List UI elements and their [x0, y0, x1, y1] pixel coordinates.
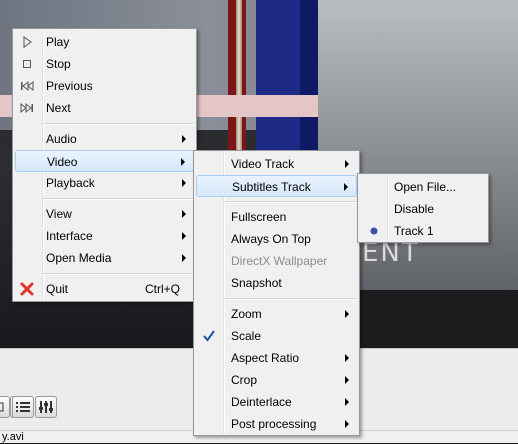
previous-icon: [19, 78, 35, 94]
menu-item-shortcut: Ctrl+Q: [144, 282, 180, 296]
menu-item-view[interactable]: View: [15, 203, 194, 225]
menu-item-video-track[interactable]: Video Track: [196, 153, 357, 175]
menu-item-open-file[interactable]: Open File...: [360, 176, 486, 198]
submenu-arrow-icon: [344, 183, 348, 191]
menu-item-always-on-top[interactable]: Always On Top: [196, 228, 357, 250]
video-submenu: Video Track Subtitles Track Fullscreen A…: [193, 150, 360, 436]
subtitles-submenu: Open File... Disable Track 1: [357, 173, 489, 243]
menu-item-track-1[interactable]: Track 1: [360, 220, 486, 242]
menu-item-zoom[interactable]: Zoom: [196, 303, 357, 325]
submenu-arrow-icon: [345, 354, 349, 362]
menu-item-deinterlace[interactable]: Deinterlace: [196, 391, 357, 413]
submenu-arrow-icon: [182, 232, 186, 240]
menu-item-post-processing[interactable]: Post processing: [196, 413, 357, 435]
menu-separator: [224, 298, 357, 300]
menu-item-disable[interactable]: Disable: [360, 198, 486, 220]
menu-separator: [43, 198, 194, 200]
menu-item-next[interactable]: Next: [15, 97, 194, 119]
menu-item-label: Track 1: [394, 224, 434, 238]
menu-item-label: Audio: [46, 132, 77, 146]
menu-item-audio[interactable]: Audio: [15, 128, 194, 150]
menu-item-aspect-ratio[interactable]: Aspect Ratio: [196, 347, 357, 369]
quit-icon: [19, 281, 35, 297]
menu-item-label: Next: [46, 101, 71, 115]
menu-item-label: Deinterlace: [231, 395, 292, 409]
status-filename: y.avi: [2, 431, 24, 443]
menu-item-playback[interactable]: Playback: [15, 172, 194, 194]
playlist-button[interactable]: [12, 396, 34, 418]
menu-item-interface[interactable]: Interface: [15, 225, 194, 247]
menu-item-label: Video Track: [231, 157, 295, 171]
next-icon: [19, 100, 35, 116]
menu-separator: [43, 123, 194, 125]
menu-item-directx-wallpaper: DirectX Wallpaper: [196, 250, 357, 272]
menu-item-label: DirectX Wallpaper: [231, 254, 328, 268]
menu-item-label: Quit: [46, 282, 69, 296]
submenu-arrow-icon: [182, 179, 186, 187]
submenu-arrow-icon: [181, 158, 185, 166]
menu-item-label: Post processing: [231, 417, 317, 431]
menu-item-subtitles-track[interactable]: Subtitles Track: [196, 175, 357, 197]
menu-item-snapshot[interactable]: Snapshot: [196, 272, 357, 294]
menu-item-label: Play: [46, 35, 70, 49]
menu-item-label: Stop: [46, 57, 71, 71]
menu-item-label: Playback: [46, 176, 95, 190]
extended-settings-button[interactable]: [35, 396, 57, 418]
menu-item-open-media[interactable]: Open Media: [15, 247, 194, 269]
radio-selected-icon: [366, 223, 382, 239]
frame-icon: [0, 402, 4, 412]
menu-item-label: Previous: [46, 79, 93, 93]
menu-item-label: Disable: [394, 202, 435, 216]
submenu-arrow-icon: [182, 210, 186, 218]
menu-item-quit[interactable]: Quit Ctrl+Q: [15, 278, 194, 300]
menu-item-label: Subtitles Track: [232, 180, 311, 194]
menu-item-label: View: [46, 207, 72, 221]
menu-item-label: Open File...: [394, 180, 457, 194]
submenu-arrow-icon: [345, 160, 349, 168]
menu-item-video[interactable]: Video: [15, 150, 194, 172]
play-icon: [19, 34, 35, 50]
menu-item-label: Aspect Ratio: [231, 351, 300, 365]
submenu-arrow-icon: [345, 398, 349, 406]
menu-item-label: Open Media: [46, 251, 112, 265]
menu-separator: [224, 201, 357, 203]
menu-item-previous[interactable]: Previous: [15, 75, 194, 97]
menu-item-label: Crop: [231, 373, 258, 387]
menu-item-label: Always On Top: [231, 232, 311, 246]
submenu-arrow-icon: [345, 376, 349, 384]
context-menu: Play Stop Previous Next Audio Video Play…: [12, 28, 197, 302]
submenu-arrow-icon: [182, 254, 186, 262]
menu-item-label: Video: [47, 155, 78, 169]
submenu-arrow-icon: [345, 310, 349, 318]
equalizer-icon: [39, 401, 53, 413]
menu-item-label: Fullscreen: [231, 210, 287, 224]
menu-item-play[interactable]: Play: [15, 31, 194, 53]
submenu-arrow-icon: [345, 420, 349, 428]
playlist-icon: [16, 402, 30, 412]
menu-item-label: Zoom: [231, 307, 262, 321]
menu-item-crop[interactable]: Crop: [196, 369, 357, 391]
menu-item-scale[interactable]: Scale: [196, 325, 357, 347]
video-blue-letter: [300, 0, 318, 150]
menu-item-stop[interactable]: Stop: [15, 53, 194, 75]
checkmark-icon: [201, 328, 217, 344]
stop-icon: [19, 56, 35, 72]
menu-item-label: Interface: [46, 229, 93, 243]
menu-item-fullscreen[interactable]: Fullscreen: [196, 206, 357, 228]
submenu-arrow-icon: [182, 135, 186, 143]
menu-separator: [43, 273, 194, 275]
menu-item-label: Snapshot: [231, 276, 282, 290]
frame-step-button[interactable]: [0, 396, 10, 418]
menu-item-label: Scale: [231, 329, 262, 343]
